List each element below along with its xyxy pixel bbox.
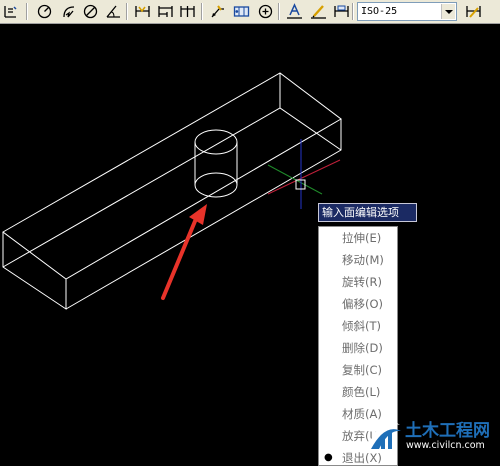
menu-item-label: 复制(C) xyxy=(342,363,383,377)
dim-style-select[interactable]: ISO-25 xyxy=(357,2,457,21)
menu-item-taper[interactable]: 倾斜(T) xyxy=(319,315,397,337)
menu-item-rotate[interactable]: 旋转(R) xyxy=(319,271,397,293)
menu-item-offset[interactable]: 偏移(O) xyxy=(319,293,397,315)
chevron-down-icon[interactable] xyxy=(441,4,455,19)
cylinder-top-ellipse xyxy=(194,129,238,155)
menu-item-label: 偏移(O) xyxy=(342,297,384,311)
cylinder-hole xyxy=(194,129,238,198)
menu-item-copy[interactable]: 复制(C) xyxy=(319,359,397,381)
menu-item-color[interactable]: 颜色(L) xyxy=(319,381,397,403)
drawing-canvas[interactable] xyxy=(0,24,500,466)
dim-update-icon[interactable] xyxy=(331,2,351,21)
site-logo-icon xyxy=(368,421,401,449)
dim-radius-icon[interactable] xyxy=(34,2,54,21)
toolbar-separator xyxy=(26,3,28,20)
annotation-arrow-icon xyxy=(161,204,207,300)
box-front-left-edges xyxy=(2,232,67,310)
ucs-crosshair-icon xyxy=(267,139,341,209)
menu-item-label: 拉伸(E) xyxy=(342,231,382,245)
dim-text-edit-icon[interactable] xyxy=(308,2,328,21)
dim-jogged-icon[interactable] xyxy=(58,2,78,21)
dim-baseline-icon[interactable] xyxy=(155,2,175,21)
toolbar-separator xyxy=(201,3,203,20)
dim-diameter-icon[interactable] xyxy=(80,2,100,21)
dim-angular-icon[interactable] xyxy=(103,2,123,21)
center-mark-icon[interactable] xyxy=(255,2,275,21)
tooltip-text: 输入面编辑选项 xyxy=(322,206,399,219)
dimension-toolbar: ISO-25 xyxy=(0,0,500,24)
tolerance-icon[interactable] xyxy=(231,2,251,21)
dim-style-manager-icon[interactable] xyxy=(463,2,483,21)
watermark-title: 土木工程网 xyxy=(405,421,490,441)
dim-edit-icon[interactable] xyxy=(284,2,304,21)
dim-continue-icon[interactable] xyxy=(177,2,197,21)
dim-ordinate-icon[interactable] xyxy=(0,2,20,21)
quick-leader-icon[interactable] xyxy=(207,2,227,21)
watermark-url: www.civilcn.com xyxy=(406,440,485,451)
menu-item-label: 旋转(R) xyxy=(342,275,382,289)
menu-item-label: 移动(M) xyxy=(342,253,384,267)
menu-item-delete[interactable]: 删除(D) xyxy=(319,337,397,359)
quick-dim-icon[interactable] xyxy=(132,2,152,21)
cylinder-bottom-ellipse xyxy=(194,172,238,198)
command-prompt-tooltip: 输入面编辑选项 xyxy=(318,203,417,222)
selected-bullet-icon: ● xyxy=(324,452,333,463)
menu-item-move[interactable]: 移动(M) xyxy=(319,249,397,271)
box-hidden-edges xyxy=(2,73,342,268)
menu-item-label: 倾斜(T) xyxy=(342,319,381,333)
site-watermark: 土木工程网 www.civilcn.com xyxy=(365,413,500,466)
toolbar-separator xyxy=(352,3,354,20)
menu-item-extrude[interactable]: 拉伸(E) xyxy=(319,227,397,249)
cylinder-sides xyxy=(194,142,238,185)
toolbar-separator xyxy=(126,3,128,20)
dim-style-value: ISO-25 xyxy=(361,6,398,17)
menu-item-label: 颜色(L) xyxy=(342,385,381,399)
menu-item-label: 删除(D) xyxy=(342,341,383,355)
toolbar-separator xyxy=(278,3,280,20)
